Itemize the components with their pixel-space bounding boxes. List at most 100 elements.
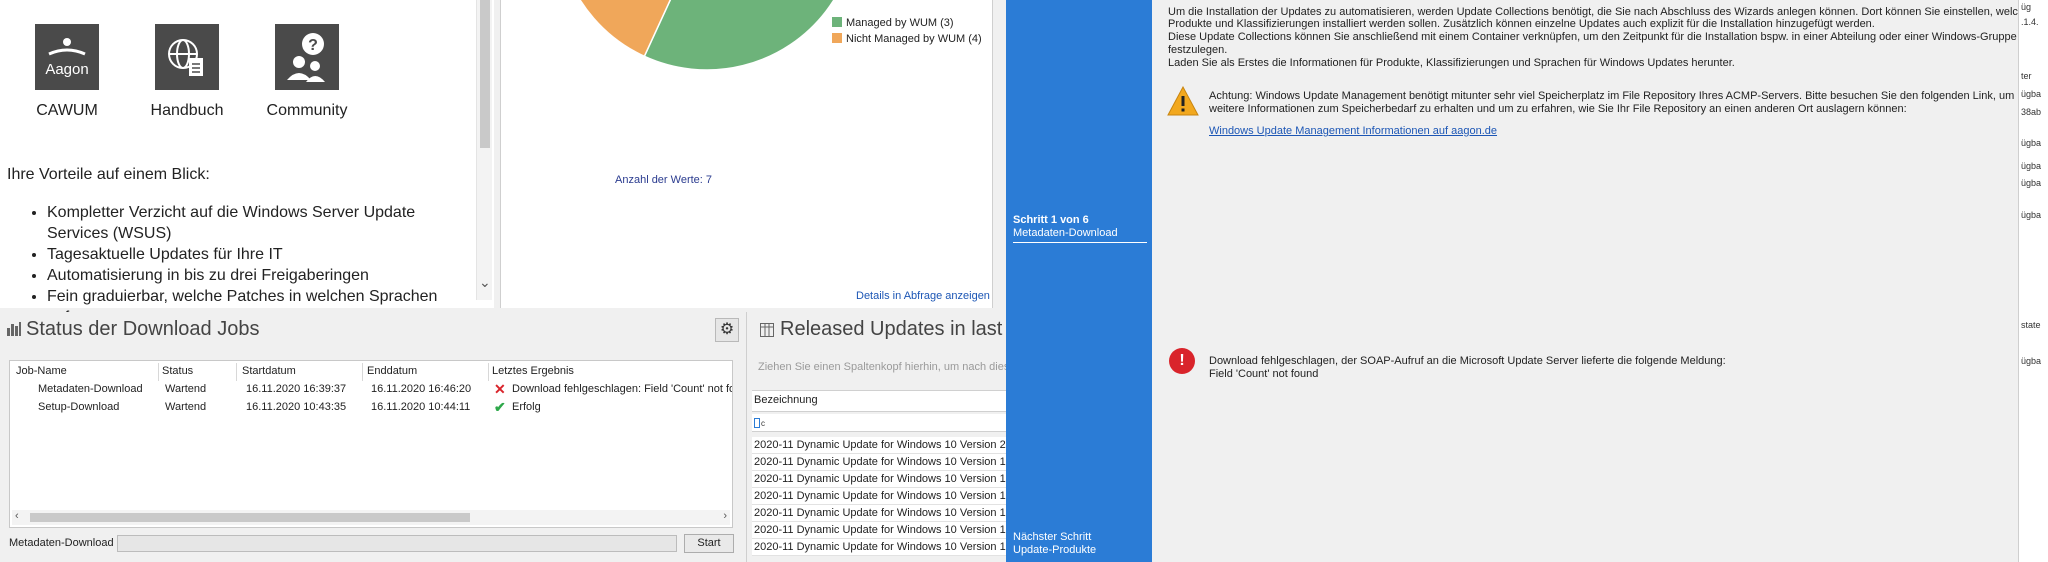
tile-label: Community [266, 102, 348, 119]
wizard-step-sidebar [1006, 0, 1152, 562]
start-button[interactable]: Start [684, 534, 734, 553]
list-item: Automatisierung in bis zu drei Freigaber… [47, 265, 462, 286]
svg-text:c: c [761, 419, 765, 428]
list-item[interactable]: 2020-11 Dynamic Update for Windows 10 Ve… [752, 505, 1012, 522]
error-detail: Field 'Count' not found [1209, 368, 1319, 380]
intro-text: festzulegen. [1168, 44, 1228, 56]
intro-text: Laden Sie als Erstes die Informationen f… [1168, 57, 1735, 69]
pie-chart [579, 0, 857, 71]
svg-text:Aagon: Aagon [45, 61, 88, 78]
wum-info-link[interactable]: Windows Update Management Informationen … [1209, 125, 1497, 137]
job-start: 16.11.2020 10:43:35 [246, 401, 347, 413]
background-window-sliver [2018, 0, 2048, 562]
benefits-title: Ihre Vorteile auf einem Blick: [7, 166, 210, 183]
chevron-left-icon[interactable]: ‹ [15, 510, 19, 522]
jobs-hscrollbar[interactable]: ‹ › [12, 510, 730, 525]
truncated-text: state [2021, 320, 2041, 330]
pie-slice-managed[interactable] [643, 0, 857, 71]
truncated-text: ügba [2021, 161, 2042, 171]
truncated-text: .1.4. [2021, 17, 2039, 27]
wizard-content [1152, 0, 2018, 562]
error-icon: ! [1169, 348, 1195, 374]
job-status: Wartend [165, 401, 207, 413]
column-header[interactable]: Enddatum [367, 365, 417, 377]
list-item[interactable]: 2020-11 Dynamic Update for Windows 10 Ve… [752, 454, 1012, 471]
scrollbar-thumb[interactable] [480, 0, 490, 148]
manual-globe-icon [155, 24, 219, 90]
group-by-hint: Ziehen Sie einen Spaltenkopf hierhin, um… [758, 361, 1016, 373]
warning-icon [1167, 85, 1199, 121]
legend-not-managed: Nicht Managed by WUM (4) [832, 33, 982, 45]
chart-panel [500, 0, 993, 308]
jobs-table: Job-Name Status Startdatum Enddatum Letz… [9, 360, 733, 528]
job-end: 16.11.2020 16:46:20 [371, 383, 472, 395]
metadata-download-label: Metadaten-Download [9, 537, 114, 549]
legend-label: Managed by WUM (3) [846, 17, 954, 29]
truncated-text: ügba [2021, 138, 2042, 148]
benefits-list: Kompletter Verzicht auf die Windows Serv… [22, 202, 462, 328]
list-item: Kompletter Verzicht auf die Windows Serv… [47, 202, 462, 244]
legend-swatch [832, 33, 842, 43]
column-header[interactable]: Status [162, 365, 193, 377]
job-name: Metadaten-Download [38, 383, 143, 395]
table-icon [760, 323, 774, 337]
aagon-logo-icon: Aagon [35, 24, 99, 90]
list-item[interactable]: 2020-11 Dynamic Update for Windows 10 Ve… [752, 522, 1012, 539]
current-step-label: Schritt 1 von 6 [1013, 214, 1089, 226]
filter-icon[interactable]: c [754, 418, 768, 430]
list-item[interactable]: 2020-11 Dynamic Update for Windows 10 Ve… [752, 437, 1012, 454]
list-item[interactable]: 2020-11 Dynamic Update for Windows 10 Ve… [752, 488, 1012, 505]
tile-label: CAWUM [36, 102, 98, 119]
list-item: Tagesaktuelle Updates für Ihre IT [47, 244, 462, 265]
intro-text: Um die Installation der Updates zu autom… [1168, 6, 2031, 18]
legend-swatch [832, 17, 842, 27]
chevron-right-icon[interactable]: › [723, 510, 727, 522]
truncated-text: ter [2021, 71, 2032, 81]
legend-label: Nicht Managed by WUM (4) [846, 33, 982, 45]
list-item[interactable]: 2020-11 Dynamic Update for Windows 10 Ve… [752, 539, 1012, 556]
column-header[interactable]: Letztes Ergebnis [492, 365, 574, 377]
error-x-icon: ✕ [494, 381, 506, 397]
warning-text: weitere Informationen zum Speicherbedarf… [1209, 103, 1907, 115]
released-title: Released Updates in last 3 [780, 318, 1020, 340]
download-progress-bar [117, 535, 677, 552]
column-header[interactable]: Job-Name [16, 365, 67, 377]
welcome-scrollbar[interactable]: ⌄ [476, 0, 492, 300]
jobs-title: Status der Download Jobs [26, 318, 260, 340]
success-check-icon: ✔ [494, 399, 506, 415]
job-result: Erfolg [512, 401, 541, 413]
app-root: Aagon CAWUM Handbuch ? Community Ihre Vo… [0, 0, 2048, 562]
column-header[interactable]: Bezeichnung [754, 394, 818, 406]
scrollbar-thumb[interactable] [30, 513, 470, 522]
truncated-text: ügba [2021, 356, 2042, 366]
truncated-text: 38ab [2021, 107, 2042, 117]
tile-cawum[interactable]: Aagon CAWUM [7, 0, 127, 120]
intro-text: Produkte und Klassifizierungen installie… [1168, 18, 1875, 30]
error-message: Download fehlgeschlagen, der SOAP-Aufruf… [1209, 355, 1726, 367]
community-help-icon: ? [275, 24, 339, 90]
job-end: 16.11.2020 10:44:11 [371, 401, 471, 413]
job-result: Download fehlgeschlagen: Field 'Count' n… [512, 383, 732, 395]
job-name: Setup-Download [38, 401, 120, 413]
legend-managed: Managed by WUM (3) [832, 17, 954, 29]
next-step-name: Update-Produkte [1013, 544, 1097, 556]
current-step-name: Metadaten-Download [1013, 227, 1118, 239]
grid-icon [7, 322, 21, 336]
column-header[interactable]: Startdatum [242, 365, 296, 377]
chevron-down-icon[interactable]: ⌄ [479, 274, 491, 291]
filter-row[interactable] [752, 414, 1012, 432]
truncated-text: ügba [2021, 89, 2042, 99]
next-step-label: Nächster Schritt [1013, 531, 1092, 543]
step-divider [1013, 242, 1147, 243]
details-link[interactable]: Details in Abfrage anzeigen [856, 290, 990, 302]
gear-icon[interactable]: ⚙ [715, 318, 739, 342]
tile-handbuch[interactable]: Handbuch [127, 0, 247, 120]
value-count: Anzahl der Werte: 7 [615, 174, 713, 186]
intro-text: Diese Update Collections können Sie ansc… [1168, 31, 2017, 43]
truncated-text: ügba [2021, 210, 2042, 220]
warning-text: Achtung: Windows Update Management benöt… [1209, 90, 2015, 102]
list-item[interactable]: 2020-11 Dynamic Update for Windows 10 Ve… [752, 471, 1012, 488]
truncated-text: üg [2021, 2, 2032, 12]
job-start: 16.11.2020 16:39:37 [246, 383, 347, 395]
tile-community[interactable]: ? Community [247, 0, 367, 120]
